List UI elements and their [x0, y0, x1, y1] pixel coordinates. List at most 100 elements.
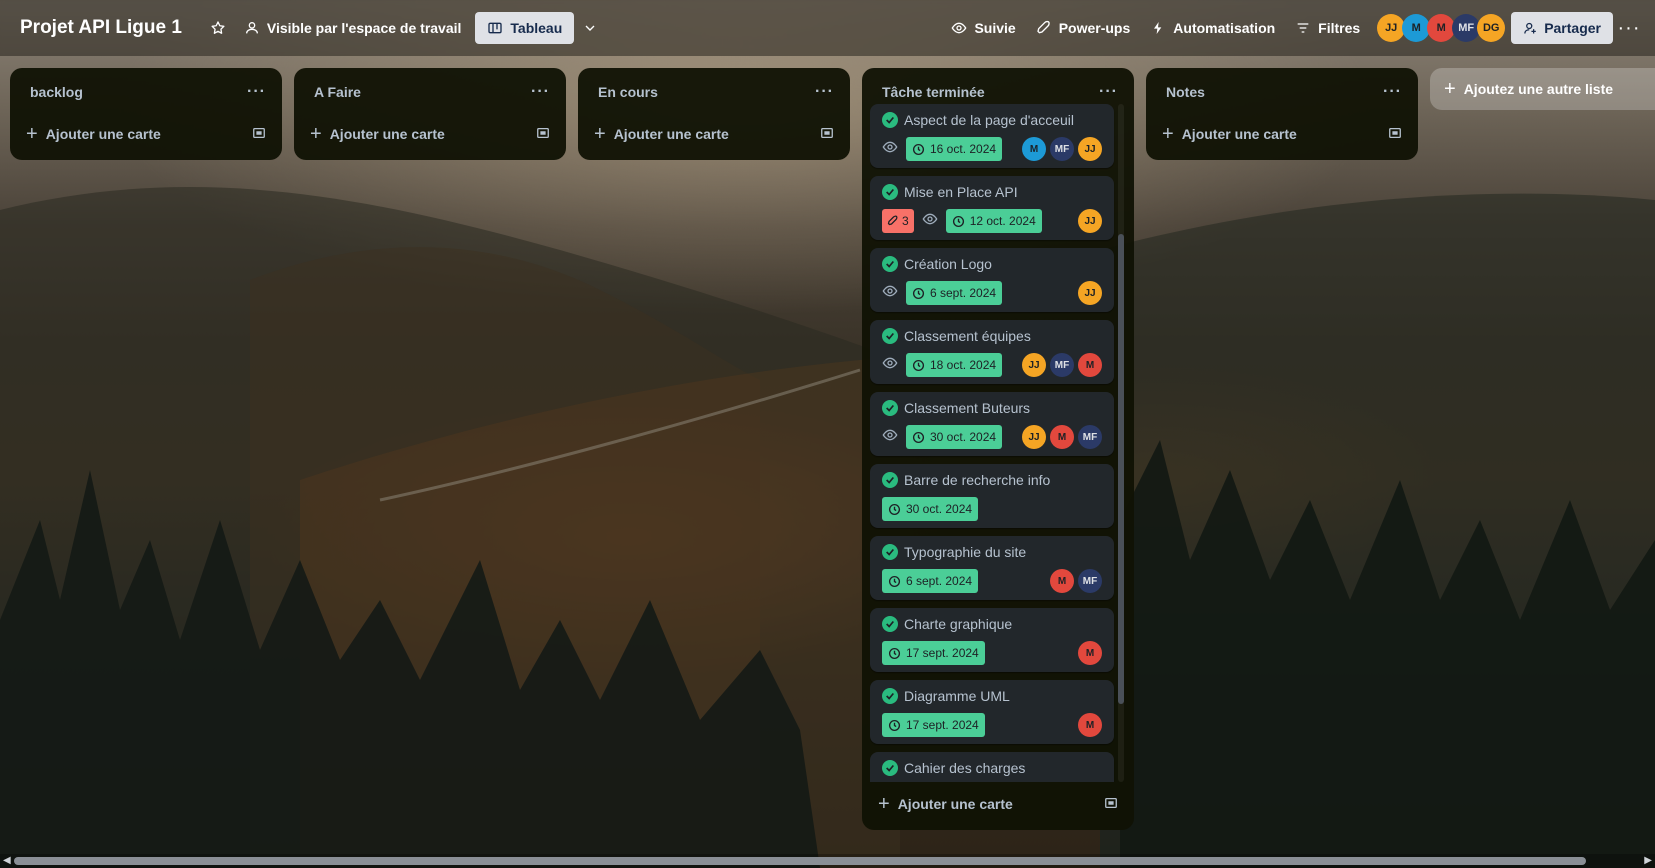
card[interactable]: Mise en Place API 3 12 oct. 2024 JJ	[870, 176, 1114, 240]
complete-check-icon[interactable]	[882, 184, 898, 200]
member-avatar[interactable]: MF	[1452, 14, 1481, 42]
due-date-label: 30 oct. 2024	[930, 430, 997, 444]
member-avatar[interactable]: M	[1427, 14, 1456, 42]
complete-check-icon[interactable]	[882, 544, 898, 560]
member-avatar[interactable]: M	[1050, 425, 1074, 449]
member-avatar[interactable]: JJ	[1078, 137, 1102, 161]
member-avatar[interactable]: JJ	[1377, 14, 1406, 42]
add-card-button[interactable]: + Ajouter une carte	[586, 116, 842, 152]
complete-check-icon[interactable]	[882, 328, 898, 344]
member-avatar[interactable]: JJ	[1078, 209, 1102, 233]
card[interactable]: Classement équipes 18 oct. 2024 JJ MF M	[870, 320, 1114, 384]
complete-check-icon[interactable]	[882, 400, 898, 416]
complete-check-icon[interactable]	[882, 616, 898, 632]
list-menu-button[interactable]: ···	[531, 83, 550, 101]
due-date-badge[interactable]: 6 sept. 2024	[906, 281, 1003, 305]
member-avatar[interactable]: MF	[1078, 425, 1102, 449]
add-card-label: Ajouter une carte	[329, 126, 445, 142]
add-card-button[interactable]: + Ajouter une carte	[18, 116, 274, 152]
view-board-button[interactable]: Tableau	[475, 12, 575, 44]
filters-button[interactable]: Filtres	[1285, 12, 1370, 44]
vote-count: 3	[902, 214, 909, 228]
view-switcher-button[interactable]	[574, 12, 606, 44]
list-menu-button[interactable]: ···	[1099, 83, 1118, 101]
list-title[interactable]: A Faire	[314, 84, 361, 100]
board-title[interactable]: Projet API Ligue 1	[20, 17, 182, 39]
due-date-badge[interactable]: 6 sept. 2024	[882, 569, 979, 593]
member-avatar[interactable]: DG	[1477, 14, 1506, 42]
filters-label: Filtres	[1318, 20, 1361, 36]
add-card-button[interactable]: + Ajouter une carte	[1154, 116, 1410, 152]
complete-check-icon[interactable]	[882, 112, 898, 128]
due-date-badge[interactable]: 18 oct. 2024	[906, 353, 1003, 377]
add-list-button[interactable]: + Ajoutez une autre liste	[1430, 68, 1655, 110]
watching-eye-icon	[882, 427, 898, 448]
template-icon[interactable]	[536, 126, 550, 143]
share-button[interactable]: Partager	[1511, 12, 1613, 44]
scroll-right-arrow-icon[interactable]: ▶	[1644, 855, 1652, 866]
complete-check-icon[interactable]	[882, 472, 898, 488]
card[interactable]: Cahier des charges	[870, 752, 1114, 782]
due-date-badge[interactable]: 16 oct. 2024	[906, 137, 1003, 161]
card[interactable]: Aspect de la page d'acceuil 16 oct. 2024 M…	[870, 104, 1114, 168]
list-scrollbar-thumb[interactable]	[1118, 234, 1124, 704]
list-title[interactable]: Tâche terminée	[882, 84, 985, 100]
member-avatar[interactable]: JJ	[1022, 353, 1046, 377]
card[interactable]: Classement Buteurs 30 oct. 2024 JJ M MF	[870, 392, 1114, 456]
due-date-badge[interactable]: 12 oct. 2024	[945, 209, 1042, 233]
member-avatar[interactable]: M	[1078, 713, 1102, 737]
member-avatar[interactable]: JJ	[1022, 425, 1046, 449]
member-avatar[interactable]: M	[1402, 14, 1431, 42]
card[interactable]: Charte graphique 17 sept. 2024 M	[870, 608, 1114, 672]
watch-button[interactable]: Suivie	[941, 12, 1025, 44]
member-avatar[interactable]: M	[1078, 641, 1102, 665]
member-avatar[interactable]: MF	[1050, 353, 1074, 377]
card-list[interactable]: Aspect de la page d'acceuil 16 oct. 2024 M…	[870, 104, 1126, 782]
due-date-badge[interactable]: 30 oct. 2024	[906, 425, 1003, 449]
powerups-button[interactable]: Power-ups	[1026, 12, 1141, 44]
list-title[interactable]: Notes	[1166, 84, 1205, 100]
card-badges: 17 sept. 2024 M	[882, 712, 1102, 738]
template-icon[interactable]	[1388, 126, 1402, 143]
add-card-label: Ajouter une carte	[45, 126, 161, 142]
list-menu-button[interactable]: ···	[815, 83, 834, 101]
complete-check-icon[interactable]	[882, 256, 898, 272]
card[interactable]: Barre de recherche info 30 oct. 2024	[870, 464, 1114, 528]
plus-icon: +	[310, 123, 322, 145]
star-icon	[210, 20, 226, 36]
list-menu-button[interactable]: ···	[247, 83, 266, 101]
member-avatar[interactable]: JJ	[1078, 281, 1102, 305]
template-icon[interactable]	[1104, 796, 1118, 813]
automation-button[interactable]: Automatisation	[1140, 12, 1285, 44]
member-avatar[interactable]: M	[1078, 353, 1102, 377]
card[interactable]: Création Logo 6 sept. 2024 JJ	[870, 248, 1114, 312]
complete-check-icon[interactable]	[882, 688, 898, 704]
due-date-badge[interactable]: 30 oct. 2024	[882, 497, 979, 521]
star-button[interactable]	[202, 12, 234, 44]
list-scrollbar[interactable]	[1118, 104, 1124, 782]
member-avatar[interactable]: MF	[1050, 137, 1074, 161]
board-members[interactable]: JJ M M MF DG	[1377, 14, 1506, 42]
member-avatar[interactable]: M	[1050, 569, 1074, 593]
card[interactable]: Diagramme UML 17 sept. 2024 M	[870, 680, 1114, 744]
add-card-button[interactable]: + Ajouter une carte	[870, 786, 1126, 822]
visibility-button[interactable]: Visible par l'espace de travail	[234, 12, 472, 44]
due-date-badge[interactable]: 17 sept. 2024	[882, 713, 985, 737]
horizontal-scrollbar-thumb[interactable]	[14, 857, 1586, 865]
due-date-badge[interactable]: 17 sept. 2024	[882, 641, 985, 665]
complete-check-icon[interactable]	[882, 760, 898, 776]
board-horizontal-scrollbar[interactable]: ◀ ▶	[0, 854, 1655, 868]
template-icon[interactable]	[252, 126, 266, 143]
scroll-left-arrow-icon[interactable]: ◀	[3, 855, 11, 866]
add-card-button[interactable]: + Ajouter une carte	[302, 116, 558, 152]
card-title: Aspect de la page d'acceuil	[904, 112, 1075, 128]
card[interactable]: Typographie du site 6 sept. 2024 M MF	[870, 536, 1114, 600]
board-menu-button[interactable]: ···	[1613, 17, 1645, 40]
template-icon[interactable]	[820, 126, 834, 143]
list-menu-button[interactable]: ···	[1383, 83, 1402, 101]
member-avatar[interactable]: MF	[1078, 569, 1102, 593]
member-avatar[interactable]: M	[1022, 137, 1046, 161]
list-title[interactable]: En cours	[598, 84, 658, 100]
card-title-row: Charte graphique	[882, 614, 1102, 634]
list-title[interactable]: backlog	[30, 84, 83, 100]
